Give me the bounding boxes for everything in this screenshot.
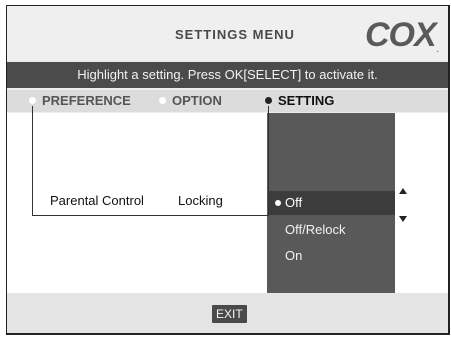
logo-mark: .: [436, 47, 439, 54]
locking-label[interactable]: Locking: [178, 193, 223, 208]
setting-option-off-relock[interactable]: Off/Relock: [269, 218, 395, 242]
settings-screen: SETTINGS MENU COX. Highlight a setting. …: [6, 5, 450, 335]
header: SETTINGS MENU COX.: [7, 6, 448, 60]
bullet-icon: [159, 97, 166, 104]
tab-setting[interactable]: SETTING: [265, 90, 334, 112]
option-label: On: [285, 248, 303, 263]
bullet-icon: [29, 97, 36, 104]
instruction-bar: Highlight a setting. Press OK[SELECT] to…: [7, 62, 448, 88]
logo-text: COX: [365, 16, 437, 54]
setting-option-on[interactable]: On: [269, 244, 395, 268]
tab-option[interactable]: OPTION: [159, 90, 222, 112]
scroll-up-arrow-icon[interactable]: [399, 188, 407, 194]
option-label: Off/Relock: [285, 222, 346, 237]
exit-button[interactable]: EXIT: [212, 305, 247, 323]
tab-label: SETTING: [278, 93, 335, 108]
preference-connector-line: [32, 106, 33, 216]
row-underline: [32, 215, 269, 216]
tab-label: PREFERENCE: [42, 93, 131, 108]
option-label: Off: [285, 195, 303, 210]
bullet-icon: [265, 97, 272, 104]
scroll-down-arrow-icon[interactable]: [399, 216, 407, 222]
cox-logo: COX.: [365, 16, 439, 54]
setting-option-off[interactable]: Off: [269, 191, 395, 215]
menu-title: SETTINGS MENU: [175, 27, 295, 42]
parental-control-label[interactable]: Parental Control: [50, 193, 144, 208]
tab-label: OPTION: [172, 93, 222, 108]
column-tabs: PREFERENCE OPTION SETTING: [7, 90, 448, 112]
tab-preference[interactable]: PREFERENCE: [29, 90, 131, 112]
selected-bullet-icon: [275, 200, 281, 206]
